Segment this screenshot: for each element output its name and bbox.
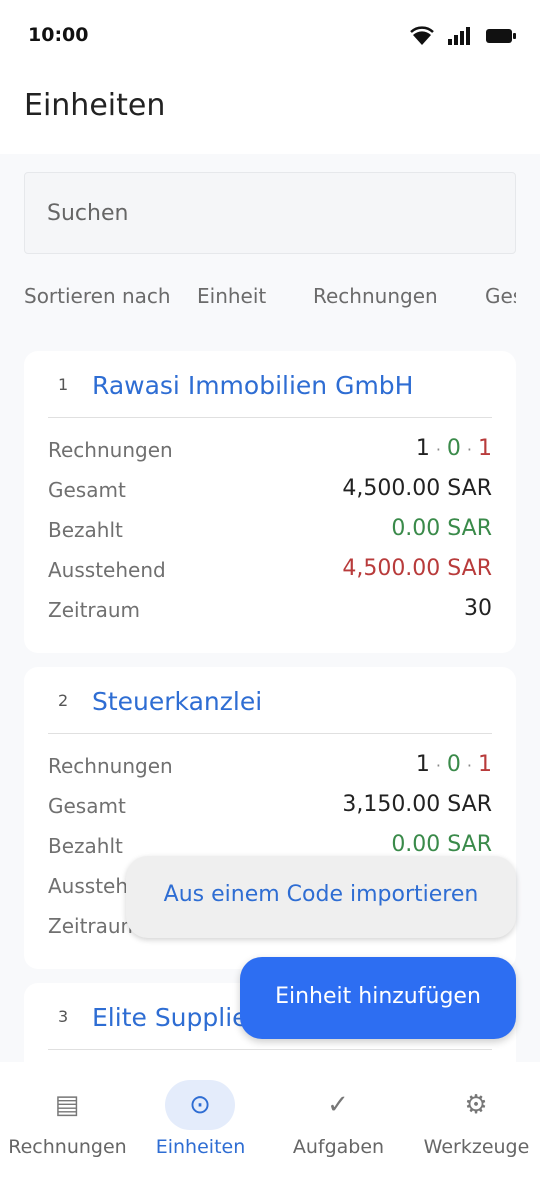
check-icon: ✓ bbox=[327, 1090, 349, 1120]
paid-row: Bezahlt 0.00 SAR bbox=[48, 516, 492, 548]
status-icons bbox=[410, 26, 516, 46]
nav-label: Werkzeuge bbox=[423, 1136, 530, 1158]
sort-option-invoices[interactable]: Rechnungen bbox=[313, 284, 438, 308]
status-bar: 10:00 bbox=[0, 0, 540, 72]
card-index: 1 bbox=[58, 375, 69, 394]
nav-item-invoices[interactable]: ▤ Rechnungen bbox=[0, 1062, 135, 1181]
nav-item-units[interactable]: ⊙ Einheiten bbox=[133, 1062, 268, 1181]
nav-icon-container: ✓ bbox=[303, 1080, 373, 1130]
total-value: 3,150.00 SAR bbox=[342, 792, 492, 817]
period-value: 30 bbox=[464, 596, 492, 621]
nav-item-tasks[interactable]: ✓ Aufgaben bbox=[271, 1062, 406, 1181]
nav-icon-container: ▤ bbox=[32, 1080, 102, 1130]
card-header: 2 Steuerkanzlei bbox=[48, 667, 492, 734]
nav-label: Rechnungen bbox=[8, 1136, 127, 1158]
invoices-paid-count: 0 bbox=[446, 752, 461, 777]
status-time: 10:00 bbox=[28, 24, 89, 46]
sort-option-unit[interactable]: Einheit bbox=[197, 284, 266, 308]
nav-icon-container: ⊙ bbox=[165, 1080, 235, 1130]
total-row: Gesamt 4,500.00 SAR bbox=[48, 476, 492, 508]
unit-card[interactable]: 1 Rawasi Immobilien GmbH Rechnungen 1 · 0 ·… bbox=[24, 351, 516, 653]
sort-row: Sortieren nach Einheit Rechnungen Ges bbox=[24, 284, 516, 314]
paid-value: 0.00 SAR bbox=[391, 516, 492, 541]
search-placeholder: Suchen bbox=[47, 201, 129, 226]
card-index: 3 bbox=[58, 1007, 69, 1026]
total-value: 4,500.00 SAR bbox=[342, 476, 492, 501]
invoices-paid-count: 0 bbox=[446, 436, 461, 461]
units-icon: ⊙ bbox=[189, 1090, 211, 1120]
list-icon: ▤ bbox=[54, 1090, 80, 1120]
nav-item-tools[interactable]: ⚙ Werkzeuge bbox=[409, 1062, 540, 1181]
card-index: 2 bbox=[58, 691, 69, 710]
invoices-total-count: 1 bbox=[415, 752, 430, 777]
invoices-total-count: 1 bbox=[415, 436, 430, 461]
signal-icon bbox=[448, 27, 470, 45]
paid-value: 0.00 SAR bbox=[391, 832, 492, 857]
invoices-label: Rechnungen bbox=[48, 438, 173, 462]
paid-label: Bezahlt bbox=[48, 834, 123, 858]
outstanding-row: Ausstehend 4,500.00 SAR bbox=[48, 556, 492, 588]
nav-label: Einheiten bbox=[155, 1136, 246, 1158]
paid-label: Bezahlt bbox=[48, 518, 123, 542]
total-label: Gesamt bbox=[48, 478, 126, 502]
invoices-open-count: 1 bbox=[478, 436, 492, 461]
total-label: Gesamt bbox=[48, 794, 126, 818]
invoices-counts: 1 · 0 · 1 bbox=[415, 752, 492, 777]
outstanding-label: Ausstehend bbox=[48, 558, 166, 582]
period-row: Zeitraum 30 bbox=[48, 596, 492, 628]
sort-option-total[interactable]: Ges bbox=[485, 284, 516, 308]
card-header: 1 Rawasi Immobilien GmbH bbox=[48, 351, 492, 418]
add-unit-button[interactable]: Einheit hinzufügen bbox=[240, 957, 516, 1039]
search-input[interactable]: Suchen bbox=[24, 172, 516, 254]
import-from-code-label: Aus einem Code importieren bbox=[163, 882, 479, 907]
import-from-code-button[interactable]: Aus einem Code importieren bbox=[126, 856, 516, 938]
page-title: Einheiten bbox=[24, 88, 166, 123]
add-unit-label: Einheit hinzufügen bbox=[275, 984, 481, 1009]
invoices-row: Rechnungen 1 · 0 · 1 bbox=[48, 752, 492, 784]
period-label: Zeitraum bbox=[48, 598, 141, 622]
app-header: Einheiten bbox=[0, 72, 540, 154]
total-row: Gesamt 3,150.00 SAR bbox=[48, 792, 492, 824]
battery-icon bbox=[486, 29, 516, 43]
sort-label: Sortieren nach bbox=[24, 284, 171, 308]
invoices-row: Rechnungen 1 · 0 · 1 bbox=[48, 436, 492, 468]
invoices-counts: 1 · 0 · 1 bbox=[415, 436, 492, 461]
outstanding-value: 4,500.00 SAR bbox=[342, 556, 492, 581]
unit-name[interactable]: Rawasi Immobilien GmbH bbox=[92, 371, 413, 400]
invoices-open-count: 1 bbox=[478, 752, 492, 777]
nav-icon-container: ⚙ bbox=[441, 1080, 511, 1130]
unit-name[interactable]: Elite Supplies bbox=[92, 1003, 261, 1032]
unit-name[interactable]: Steuerkanzlei bbox=[92, 687, 262, 716]
invoices-label: Rechnungen bbox=[48, 754, 173, 778]
gear-icon: ⚙ bbox=[464, 1090, 488, 1120]
nav-label: Aufgaben bbox=[292, 1136, 385, 1158]
wifi-icon bbox=[410, 26, 434, 45]
bottom-nav: ▤ Rechnungen ⊙ Einheiten ✓ Aufgaben ⚙ We… bbox=[0, 1062, 540, 1181]
